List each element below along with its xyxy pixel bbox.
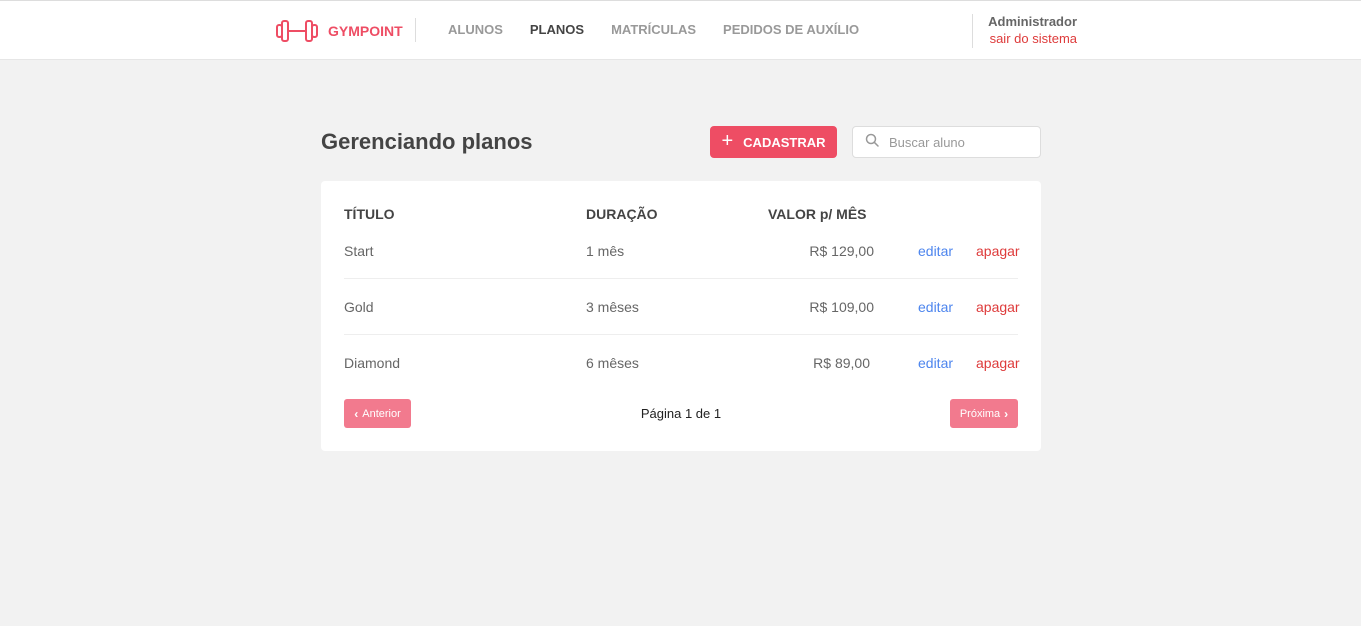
column-header-price: VALOR p/ MÊS bbox=[768, 206, 867, 222]
user-name: Administrador bbox=[988, 14, 1077, 29]
header-divider bbox=[415, 18, 416, 42]
next-page-label: Próxima bbox=[959, 407, 1001, 420]
main-nav: ALUNOS PLANOS MATRÍCULAS PEDIDOS DE AUXÍ… bbox=[448, 22, 886, 37]
user-profile: Administrador sair do sistema bbox=[988, 14, 1077, 48]
delete-link[interactable]: apagar bbox=[976, 355, 1020, 371]
edit-link[interactable]: editar bbox=[918, 243, 953, 259]
column-header-duration: DURAÇÃO bbox=[586, 206, 658, 222]
row-duration: 1 mês bbox=[586, 243, 625, 259]
brand-name: GYMPOINT bbox=[328, 23, 403, 39]
row-title: Gold bbox=[344, 299, 374, 315]
row-duration: 3 mêses bbox=[586, 299, 639, 315]
row-price: R$ 109,00 bbox=[809, 299, 874, 315]
search-box bbox=[852, 126, 1041, 158]
pagination-info: Página 1 de 1 bbox=[640, 406, 722, 421]
search-input[interactable] bbox=[889, 134, 1029, 150]
next-page-button[interactable]: Próxima › bbox=[950, 399, 1018, 428]
row-price: R$ 89,00 bbox=[813, 355, 870, 371]
edit-link[interactable]: editar bbox=[918, 355, 953, 371]
add-plan-button[interactable]: + CADASTRAR bbox=[710, 126, 837, 158]
row-title: Diamond bbox=[344, 355, 401, 371]
table-row: Gold 3 mêses R$ 109,00 editar apagar bbox=[344, 279, 1020, 335]
top-header: GYMPOINT ALUNOS PLANOS MATRÍCULAS PEDIDO… bbox=[0, 0, 1361, 60]
column-header-title: TÍTULO bbox=[344, 206, 395, 222]
row-duration: 6 mêses bbox=[586, 355, 639, 371]
table-row: Start 1 mês R$ 129,00 editar apagar bbox=[344, 223, 1020, 279]
edit-link[interactable]: editar bbox=[918, 299, 953, 315]
logout-link[interactable]: sair do sistema bbox=[988, 30, 1077, 48]
row-price: R$ 129,00 bbox=[809, 243, 874, 259]
nav-item-pedidos-de-auxilio[interactable]: PEDIDOS DE AUXÍLIO bbox=[723, 22, 859, 37]
nav-item-matriculas[interactable]: MATRÍCULAS bbox=[611, 22, 696, 37]
nav-item-alunos[interactable]: ALUNOS bbox=[448, 22, 503, 37]
row-title: Start bbox=[344, 243, 374, 259]
delete-link[interactable]: apagar bbox=[976, 299, 1020, 315]
table-row: Diamond 6 mêses R$ 89,00 editar apagar bbox=[344, 335, 1020, 391]
search-icon bbox=[865, 133, 879, 152]
add-plan-label: CADASTRAR bbox=[743, 134, 826, 150]
plus-icon: + bbox=[721, 130, 734, 152]
page-title: Gerenciando planos bbox=[321, 129, 533, 154]
profile-divider bbox=[972, 14, 973, 48]
nav-item-planos[interactable]: PLANOS bbox=[530, 22, 584, 37]
delete-link[interactable]: apagar bbox=[976, 243, 1020, 259]
chevron-right-icon: › bbox=[1004, 406, 1009, 421]
plans-table-card: TÍTULO DURAÇÃO VALOR p/ MÊS Start 1 mês … bbox=[321, 181, 1041, 451]
brand-logo[interactable]: GYMPOINT bbox=[276, 19, 403, 43]
dumbbell-icon bbox=[276, 19, 318, 43]
